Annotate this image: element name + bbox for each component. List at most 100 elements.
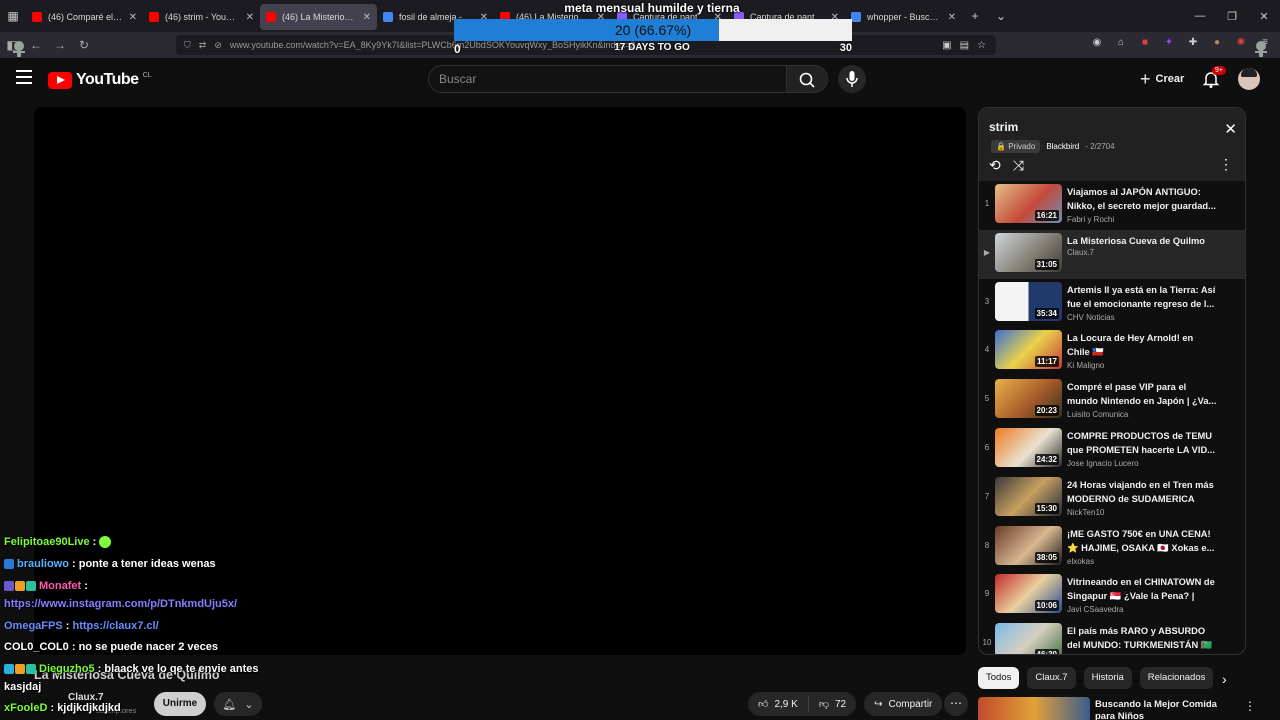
user-avatar[interactable]: [1238, 68, 1260, 90]
voice-search-button[interactable]: [838, 65, 866, 93]
video-title[interactable]: ¡ME GASTO 750€ en UNA CENA! ⭐ HAJIME, OS…: [1067, 527, 1217, 555]
playlist-item[interactable]: 7 15:30 24 Horas viajando en el Tren más M…: [979, 474, 1245, 523]
more-actions-button[interactable]: ⋯: [944, 692, 968, 716]
reader-icon[interactable]: ▤: [960, 40, 969, 51]
create-button[interactable]: + Crear: [1132, 66, 1192, 92]
video-title[interactable]: Vitrineando en el CHINATOWN de Singapur …: [1067, 575, 1217, 603]
extension-cookie-icon[interactable]: ●: [1210, 37, 1224, 51]
search-box[interactable]: [428, 65, 788, 93]
bookmark-star-icon[interactable]: ☆: [977, 40, 986, 51]
hamburger-menu-icon[interactable]: [16, 70, 32, 84]
channel-name[interactable]: Claux.7: [1067, 248, 1094, 257]
playlist-item[interactable]: ▶ 31:05 La Misteriosa Cueva de Quilmo Claux…: [979, 229, 1245, 279]
chat-username[interactable]: Felipitoae90Live: [4, 536, 90, 548]
chat-username[interactable]: COL0_COL0: [4, 641, 69, 653]
search-button[interactable]: [786, 65, 828, 93]
recommendation-thumbnail[interactable]: [978, 697, 1090, 720]
browser-tab[interactable]: (46) Comparé el Mejor ✕: [26, 4, 143, 30]
playlist-title[interactable]: strim: [989, 120, 1018, 134]
chat-link[interactable]: https://claux7.cl/: [72, 620, 158, 632]
pocket-icon[interactable]: ⌂: [1114, 37, 1128, 51]
chat-username[interactable]: Monafet: [39, 580, 81, 592]
filter-chip[interactable]: Claux.7: [1027, 667, 1076, 689]
puzzle-icon[interactable]: ✚: [1186, 37, 1200, 51]
browser-tab[interactable]: whopper - Buscar con G ✕: [845, 4, 962, 30]
playlist-item[interactable]: 8 38:05 ¡ME GASTO 750€ en UNA CENA! ⭐ HAJI…: [979, 523, 1245, 572]
filter-chip[interactable]: Historia: [1083, 667, 1132, 689]
permissions-icon[interactable]: ⇄: [199, 40, 207, 51]
chat-username[interactable]: xFooleD: [4, 702, 47, 714]
picture-icon[interactable]: ▣: [942, 40, 951, 51]
like-button[interactable]: 👍︎ 2,9 K: [748, 696, 809, 712]
loop-icon[interactable]: ⟲: [989, 157, 1001, 174]
chevron-right-icon[interactable]: ›: [1222, 671, 1227, 687]
channel-name[interactable]: elxokas: [1067, 557, 1094, 566]
video-thumbnail[interactable]: 35:34: [995, 281, 1062, 321]
tab-close-icon[interactable]: ✕: [363, 12, 371, 23]
share-button[interactable]: ↪ Compartir: [864, 692, 943, 716]
search-input[interactable]: [439, 72, 739, 86]
filter-chip[interactable]: Todos: [978, 667, 1020, 689]
tab-close-icon[interactable]: ✕: [129, 12, 137, 23]
tab-list-chevron-icon[interactable]: ⌄: [988, 9, 1014, 23]
shield-icon[interactable]: ⛉: [184, 40, 191, 51]
close-icon[interactable]: ✕: [1224, 120, 1237, 138]
join-button[interactable]: Unirme: [154, 692, 206, 716]
recommendation-item[interactable]: Buscando la Mejor Comida para Niños ⋮: [978, 697, 1258, 720]
video-thumbnail[interactable]: 46:30: [995, 623, 1062, 654]
video-thumbnail[interactable]: 38:05: [995, 525, 1062, 565]
forward-button[interactable]: →: [48, 38, 72, 52]
video-title[interactable]: La Locura de Hey Arnold! en Chile 🇨🇱: [1067, 331, 1217, 359]
minimize-button[interactable]: —: [1184, 10, 1216, 22]
recommendation-title[interactable]: Buscando la Mejor Comida para Niños: [1095, 699, 1235, 720]
chat-link[interactable]: https://www.instagram.com/p/DTnkmdUju5x/: [4, 598, 237, 610]
video-title[interactable]: COMPRE PRODUCTOS de TEMU que PROMETEN ha…: [1067, 429, 1217, 457]
more-vert-icon[interactable]: ⋮: [1244, 699, 1256, 713]
browser-tab[interactable]: (46) strim - YouTube ✕: [143, 4, 260, 30]
video-thumbnail[interactable]: 15:30: [995, 476, 1062, 516]
tab-overview-icon[interactable]: ▦: [0, 9, 26, 23]
video-thumbnail[interactable]: 20:23: [995, 379, 1062, 419]
dislike-button[interactable]: 👎︎ 72: [809, 698, 856, 711]
chat-username[interactable]: brauliowo: [17, 558, 69, 570]
channel-name[interactable]: Javi CSaavedra: [1067, 605, 1123, 614]
video-thumbnail[interactable]: 31:05: [995, 232, 1062, 272]
close-window-button[interactable]: ✕: [1248, 10, 1280, 23]
video-title[interactable]: Viajamos al JAPÓN ANTIGUO: Nikko, el sec…: [1067, 185, 1217, 213]
channel-name[interactable]: NickTen10: [1067, 508, 1104, 517]
video-thumbnail[interactable]: 16:21: [995, 184, 1062, 223]
playlist-item[interactable]: 6 24:32 COMPRE PRODUCTOS de TEMU que PROME…: [979, 425, 1245, 474]
shuffle-icon[interactable]: ⤨: [1013, 157, 1024, 174]
channel-name[interactable]: Ki Maligno: [1067, 361, 1104, 370]
channel-name[interactable]: Jose Ignacio Lucero: [1067, 459, 1139, 468]
extension-purple-icon[interactable]: ✦: [1162, 37, 1176, 51]
subscription-bell-button[interactable]: 🔔︎ ⌄: [214, 692, 262, 716]
playlist-owner[interactable]: Blackbird: [1046, 142, 1079, 151]
browser-tab[interactable]: (46) La Misteriosa Cue ✕: [260, 4, 377, 30]
reload-button[interactable]: ↻: [72, 38, 96, 52]
tracking-icon[interactable]: ⊘: [214, 40, 222, 51]
video-title[interactable]: Artemis II ya está en la Tierra: Así fue…: [1067, 283, 1217, 311]
extension-gear-icon[interactable]: ✺: [1234, 37, 1248, 51]
channel-name[interactable]: Aaron Viaja: [1067, 654, 1108, 655]
channel-name[interactable]: CHV Noticias: [1067, 313, 1115, 322]
playlist-item[interactable]: 10 46:30 El país más RARO y ABSURDO del MU…: [979, 620, 1245, 655]
playlist-item[interactable]: 1 16:21 Viajamos al JAPÓN ANTIGUO: Nikko, …: [979, 181, 1245, 230]
video-thumbnail[interactable]: 24:32: [995, 427, 1062, 467]
tab-close-icon[interactable]: ✕: [948, 12, 956, 23]
account-icon[interactable]: ◉: [1090, 37, 1104, 51]
playlist-item[interactable]: 4 11:17 La Locura de Hey Arnold! en Chile …: [979, 327, 1245, 376]
channel-name[interactable]: Luisito Comunica: [1067, 410, 1128, 419]
channel-name[interactable]: Fabri y Rochi: [1067, 215, 1114, 224]
video-title[interactable]: 24 Horas viajando en el Tren más MODERNO…: [1067, 478, 1217, 506]
playlist-item[interactable]: 9 10:06 Vitrineando en el CHINATOWN de Sin…: [979, 571, 1245, 620]
playlist-item[interactable]: 5 20:23 Compré el pase VIP para el mundo N…: [979, 376, 1245, 425]
video-player[interactable]: [34, 107, 966, 655]
video-thumbnail[interactable]: 10:06: [995, 574, 1062, 614]
video-title[interactable]: El país más RARO y ABSURDO del MUNDO: TU…: [1067, 624, 1217, 652]
video-thumbnail[interactable]: 11:17: [995, 330, 1062, 370]
playlist-item[interactable]: 3 35:34 Artemis II ya está en la Tierra: A…: [979, 279, 1245, 328]
extension-red-icon[interactable]: ■: [1138, 37, 1152, 51]
video-title[interactable]: La Misteriosa Cueva de Quilmo: [1067, 234, 1217, 248]
more-vert-icon[interactable]: ⋮: [1219, 156, 1233, 173]
